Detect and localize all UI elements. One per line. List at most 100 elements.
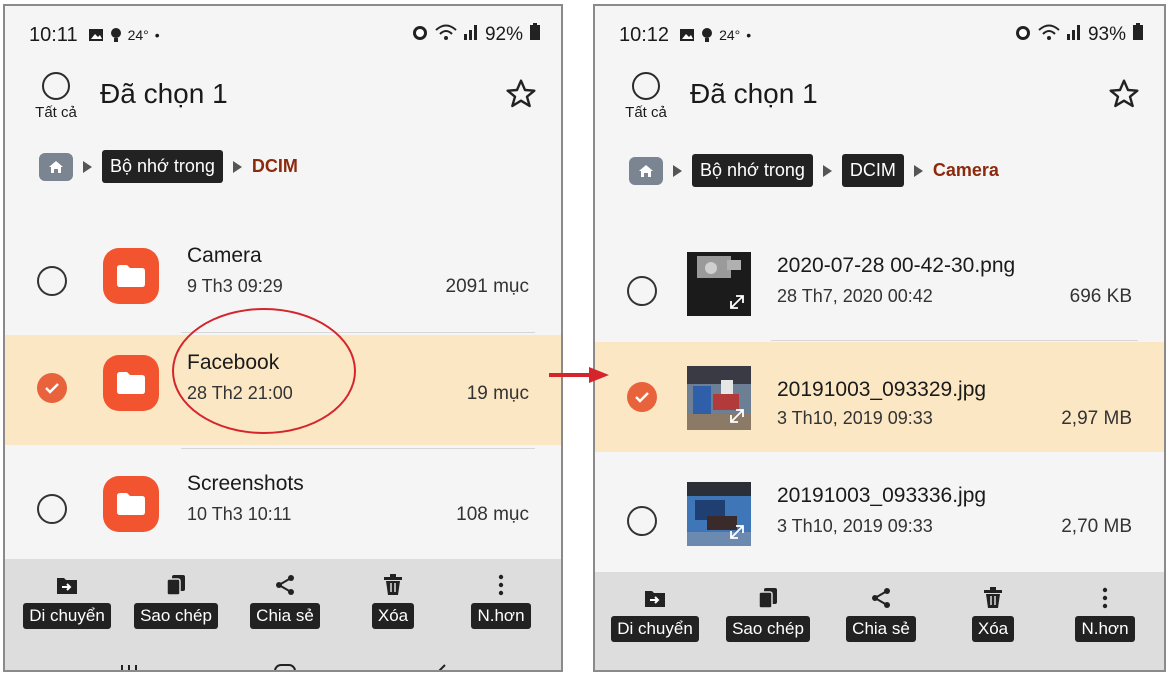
home-icon[interactable]: [629, 156, 663, 185]
item-date: 3 Th10, 2019 09:33: [777, 408, 933, 428]
image-thumbnail: [687, 482, 751, 546]
list-item[interactable]: Screenshots 10 Th3 10:11 108 mục: [5, 456, 561, 566]
item-date: 10 Th3 10:11: [187, 504, 292, 524]
gallery-icon: [88, 28, 104, 42]
delete-button[interactable]: Xóa: [343, 573, 443, 629]
more-label: N.hơn: [471, 603, 531, 629]
status-bar: 10:12 24° • 93%: [619, 20, 1144, 50]
breadcrumb-current: DCIM: [251, 156, 298, 176]
share-button[interactable]: Chia sẻ: [831, 586, 931, 642]
folder-icon: [103, 476, 159, 532]
item-radio[interactable]: [627, 506, 657, 536]
move-button[interactable]: Di chuyển: [605, 586, 705, 642]
move-label: Di chuyển: [23, 603, 111, 629]
right-phone-screen: 10:12 24° • 93% Tất cả Đã chọn 1 Bộ nhớ …: [593, 4, 1166, 672]
select-all-toggle[interactable]: Tất cả: [619, 72, 673, 121]
item-size: 2,70 MB: [1061, 516, 1132, 537]
check-icon[interactable]: [627, 382, 657, 412]
move-icon: [605, 586, 705, 610]
copy-button[interactable]: Sao chép: [718, 586, 818, 642]
item-name: 20191003_093329.jpg: [777, 378, 987, 401]
star-icon[interactable]: [505, 78, 537, 110]
select-all-radio[interactable]: [42, 72, 70, 100]
bulb-icon: [701, 27, 713, 43]
chevron-right-icon: [822, 164, 832, 177]
dot-icon: •: [154, 27, 160, 43]
home-nav-icon: [274, 664, 296, 670]
breadcrumb-internal[interactable]: Bộ nhớ trong: [692, 154, 813, 187]
status-bar: 10:11 24° • 92%: [29, 20, 541, 50]
item-radio[interactable]: [627, 276, 657, 306]
share-button[interactable]: Chia sẻ: [235, 573, 335, 629]
breadcrumb: Bộ nhớ trong DCIM: [39, 150, 298, 183]
status-temp: 24°: [719, 27, 741, 43]
item-date: 3 Th10, 2019 09:33: [777, 516, 933, 536]
item-name: 2020-07-28 00-42-30.png: [777, 254, 1016, 277]
move-icon: [17, 573, 117, 597]
signal-icon: [463, 24, 479, 46]
move-label: Di chuyển: [611, 616, 699, 642]
status-time: 10:11: [29, 23, 78, 46]
delete-label: Xóa: [971, 616, 1015, 642]
alarm-icon: [411, 23, 429, 47]
item-radio[interactable]: [37, 266, 67, 296]
item-date: 28 Th7, 2020 00:42: [777, 286, 933, 306]
share-icon: [235, 573, 335, 597]
page-title: Đã chọn 1: [100, 78, 228, 109]
item-date: 9 Th3 09:29: [187, 276, 283, 296]
status-temp: 24°: [127, 27, 149, 43]
arrow-right-icon: [549, 367, 609, 383]
item-count: 19 mục: [466, 383, 529, 404]
item-name: Camera: [187, 244, 262, 267]
item-size: 2,97 MB: [1061, 408, 1132, 429]
back-icon: [438, 664, 446, 670]
divider: [181, 448, 535, 449]
bulb-icon: [110, 27, 122, 43]
battery-level: 93%: [1087, 24, 1126, 45]
wifi-icon: [1038, 23, 1060, 47]
star-icon[interactable]: [1108, 78, 1140, 110]
battery-icon: [1132, 23, 1144, 47]
select-all-label: Tất cả: [35, 104, 77, 121]
copy-icon: [126, 573, 226, 597]
page-title: Đã chọn 1: [690, 78, 818, 109]
battery-level: 92%: [484, 24, 523, 45]
share-icon: [831, 586, 931, 610]
action-bar: Di chuyển Sao chép Chia sẻ Xóa N.hơn: [5, 559, 561, 670]
move-button[interactable]: Di chuyển: [17, 573, 117, 629]
select-all-radio[interactable]: [632, 72, 660, 100]
item-count: 108 mục: [456, 504, 529, 525]
list-item[interactable]: 2020-07-28 00-42-30.png 28 Th7, 2020 00:…: [595, 238, 1164, 348]
item-radio[interactable]: [37, 494, 67, 524]
item-name: 20191003_093336.jpg: [777, 484, 987, 507]
select-all-toggle[interactable]: Tất cả: [29, 72, 83, 121]
delete-label: Xóa: [371, 603, 415, 629]
home-icon[interactable]: [39, 152, 73, 181]
breadcrumb: Bộ nhớ trong DCIM Camera: [629, 154, 999, 187]
more-button[interactable]: N.hơn: [1055, 586, 1155, 642]
copy-button[interactable]: Sao chép: [126, 573, 226, 629]
share-label: Chia sẻ: [846, 616, 916, 642]
image-thumbnail: [687, 366, 751, 430]
check-icon[interactable]: [37, 373, 67, 403]
wifi-icon: [435, 23, 457, 47]
more-label: N.hơn: [1075, 616, 1135, 642]
copy-label: Sao chép: [726, 616, 810, 642]
more-button[interactable]: N.hơn: [451, 573, 551, 629]
share-label: Chia sẻ: [250, 603, 320, 629]
copy-label: Sao chép: [134, 603, 218, 629]
breadcrumb-dcim[interactable]: DCIM: [841, 154, 904, 187]
alarm-icon: [1014, 23, 1032, 47]
item-name: Screenshots: [187, 472, 304, 495]
list-item[interactable]: 20191003_093329.jpg 3 Th10, 2019 09:33 2…: [595, 342, 1164, 452]
breadcrumb-internal[interactable]: Bộ nhớ trong: [102, 150, 223, 183]
folder-icon: [103, 355, 159, 411]
system-nav-bar: [121, 664, 446, 670]
action-bar: Di chuyển Sao chép Chia sẻ Xóa N.hơn: [595, 572, 1164, 670]
divider: [771, 340, 1138, 341]
delete-button[interactable]: Xóa: [943, 586, 1043, 642]
chevron-right-icon: [83, 160, 92, 173]
battery-icon: [529, 23, 541, 47]
signal-icon: [1066, 24, 1082, 46]
list-item[interactable]: 20191003_093336.jpg 3 Th10, 2019 09:33 2…: [595, 468, 1164, 578]
